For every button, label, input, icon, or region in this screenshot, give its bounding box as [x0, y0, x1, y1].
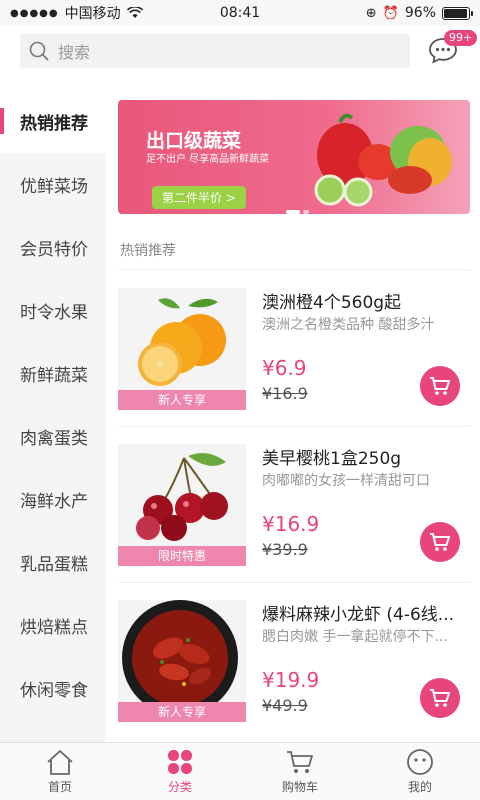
sidebar-item-member-deals[interactable]: 会员特价 [0, 216, 106, 279]
cart-icon [430, 689, 450, 707]
cart-icon [430, 533, 450, 551]
category-sidebar: 热销推荐 优鲜菜场 会员特价 时令水果 新鲜蔬菜 肉禽蛋类 海鲜水产 乳品蛋糕 … [0, 90, 106, 742]
tab-bar: 首页 分类 购物车 我的 [0, 742, 480, 800]
sidebar-item-label: 烘焙糕点 [20, 618, 88, 638]
sidebar-item-meat-eggs[interactable]: 肉禽蛋类 [0, 405, 106, 468]
sidebar-item-label: 休闲零食 [20, 681, 88, 701]
carrier-label: 中国移动 [64, 6, 121, 22]
sidebar-item-label: 时令水果 [20, 303, 88, 323]
product-name[interactable]: 美早樱桃1盒250g [262, 444, 470, 469]
status-left: ●●●●● 中国移动 [10, 3, 143, 23]
divider [118, 582, 470, 583]
alarm-icon: ⏰ [382, 5, 399, 21]
sidebar-item-label: 肉禽蛋类 [20, 429, 88, 449]
search-placeholder: 搜索 [58, 43, 91, 62]
product-tag: 限时特惠 [118, 546, 246, 566]
tab-category[interactable]: 分类 [120, 743, 240, 800]
banner-subtitle: 足不出户 尽享高品新鲜蔬菜 [146, 154, 270, 165]
banner-pagination [286, 210, 309, 214]
product-card[interactable]: 限时特惠 美早樱桃1盒250g 肉嘟嘟的女孩一样清甜可口 ¥16.9 ¥39.9 [118, 444, 470, 584]
product-image-crayfish[interactable]: 新人专享 [118, 600, 246, 722]
product-price: ¥6.9 [262, 356, 307, 380]
product-price: ¥19.9 [262, 668, 320, 692]
product-image-cherry[interactable]: 限时特惠 [118, 444, 246, 566]
add-to-cart-button[interactable] [420, 678, 460, 718]
category-icon [168, 749, 192, 774]
promo-banner[interactable]: 出口级蔬菜 足不出户 尽享高品新鲜蔬菜 第二件半价 > [118, 100, 470, 214]
divider [118, 426, 470, 427]
sidebar-item-bakery[interactable]: 烘焙糕点 [0, 594, 106, 657]
divider [118, 269, 470, 270]
banner-dot-active [286, 210, 300, 214]
tab-label: 分类 [167, 779, 192, 794]
section-title: 热销推荐 [120, 243, 176, 259]
cart-icon [287, 750, 313, 773]
tab-label: 我的 [407, 779, 432, 794]
product-card[interactable]: 新人专享 澳洲橙4个560g起 澳洲之名橙类品种 酸甜多汁 ¥6.9 ¥16.9 [118, 288, 470, 428]
product-card[interactable]: 新人专享 爆料麻辣小龙虾 (4-6线... 腮白肉嫩 手一拿起就停不下... ¥… [118, 600, 470, 740]
message-badge: 99+ [444, 30, 478, 46]
sidebar-item-snacks[interactable]: 休闲零食 [0, 657, 106, 720]
tab-profile[interactable]: 我的 [360, 743, 480, 800]
signal-icon: ●●●●● [10, 7, 59, 19]
lock-rotation-icon: ⊕ [365, 5, 377, 21]
cart-icon [430, 377, 450, 395]
product-name[interactable]: 爆料麻辣小龙虾 (4-6线... [262, 600, 470, 625]
cherry-image [136, 453, 228, 541]
search-icon [29, 41, 49, 61]
tab-home[interactable]: 首页 [0, 743, 120, 800]
main-content: 出口级蔬菜 足不出户 尽享高品新鲜蔬菜 第二件半价 > 热销推荐 新人专享 澳洲… [106, 90, 480, 742]
sidebar-item-seafood[interactable]: 海鲜水产 [0, 468, 106, 531]
orange-image [138, 298, 226, 386]
product-price: ¥16.9 [262, 512, 320, 536]
sidebar-item-label: 会员特价 [20, 240, 88, 260]
product-image-orange[interactable]: 新人专享 [118, 288, 246, 410]
status-right: ⊕ ⏰ 96% [365, 5, 473, 21]
tab-cart[interactable]: 购物车 [240, 743, 360, 800]
product-old-price: ¥16.9 [262, 384, 308, 403]
product-desc: 肉嘟嘟的女孩一样清甜可口 [262, 473, 430, 489]
vegetables-illustration [314, 113, 452, 207]
product-desc: 澳洲之名橙类品种 酸甜多汁 [262, 317, 435, 333]
sidebar-item-fresh-market[interactable]: 优鲜菜场 [0, 153, 106, 216]
product-name[interactable]: 澳洲橙4个560g起 [262, 288, 470, 313]
banner-title: 出口级蔬菜 [146, 130, 242, 152]
product-desc: 腮白肉嫩 手一拿起就停不下... [262, 629, 448, 645]
sidebar-item-label: 优鲜菜场 [20, 177, 88, 197]
sidebar-item-label: 海鲜水产 [20, 492, 88, 512]
profile-icon [407, 748, 433, 775]
add-to-cart-button[interactable] [420, 366, 460, 406]
sidebar-item-hot[interactable]: 热销推荐 [0, 90, 106, 153]
sidebar-item-seasonal-fruit[interactable]: 时令水果 [0, 279, 106, 342]
product-tag: 新人专享 [118, 390, 246, 410]
search-input[interactable]: 搜索 [20, 34, 410, 68]
battery-percent: 96% [404, 5, 436, 21]
sidebar-item-label: 热销推荐 [20, 114, 88, 134]
product-tag: 新人专享 [118, 702, 246, 722]
home-icon [47, 749, 73, 775]
product-old-price: ¥49.9 [262, 696, 308, 715]
banner-cta-button[interactable]: 第二件半价 > [152, 186, 246, 209]
battery-fill [444, 8, 468, 18]
sidebar-item-dairy-cake[interactable]: 乳品蛋糕 [0, 531, 106, 594]
sidebar-item-vegetables[interactable]: 新鲜蔬菜 [0, 342, 106, 405]
wifi-icon [126, 7, 143, 18]
battery-icon [442, 6, 473, 20]
sidebar-item-label: 新鲜蔬菜 [20, 366, 88, 386]
header: 搜索 99+ [0, 26, 480, 96]
banner-dot [303, 210, 309, 214]
product-old-price: ¥39.9 [262, 540, 308, 559]
sidebar-item-label: 乳品蛋糕 [20, 555, 88, 575]
add-to-cart-button[interactable] [420, 522, 460, 562]
tab-label: 购物车 [281, 779, 318, 794]
status-bar: ●●●●● 中国移动 08:41 ⊕ ⏰ 96% [0, 0, 480, 26]
tab-label: 首页 [47, 779, 72, 794]
